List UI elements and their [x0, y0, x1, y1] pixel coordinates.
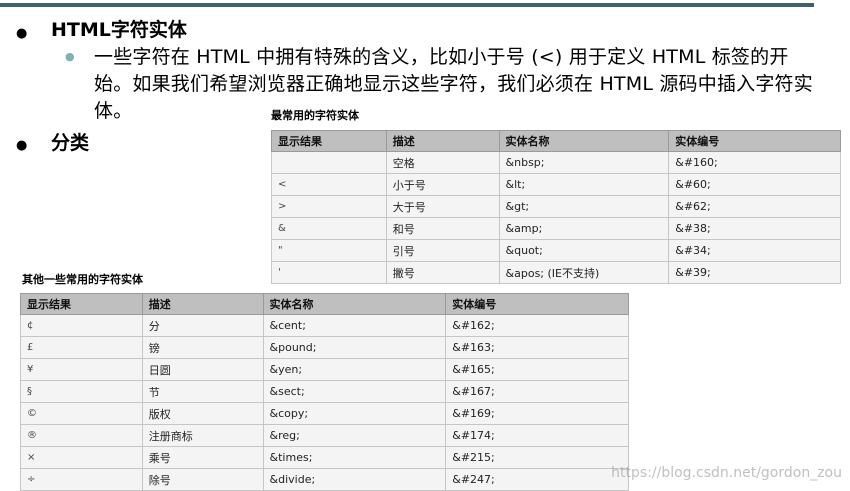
description-cell: 镑: [141, 336, 264, 359]
table-row: ÷ 除号 &divide; &#247;: [20, 468, 629, 491]
entity-name-cell: &copy;: [262, 402, 447, 425]
display-cell: £: [20, 336, 143, 359]
display-cell: ": [271, 239, 387, 262]
display-cell: [271, 151, 387, 174]
display-cell: >: [271, 195, 387, 218]
other-entities-title: 其他一些常用的字符实体: [22, 273, 143, 286]
bullet-category: 分类: [51, 132, 90, 154]
other-entities-table: 显示结果 描述 实体名称 实体编号 ¢ 分 &cent; &#162; £ 镑 &pound…: [20, 293, 629, 491]
description-cell: 分: [141, 314, 264, 337]
entity-name-cell: &cent;: [262, 314, 447, 337]
entity-number-cell: &#165;: [445, 358, 629, 381]
table-row: 空格 &nbsp; &#160;: [271, 151, 841, 174]
common-entities-table: 显示结果 描述 实体名称 实体编号 空格 &nbsp; &#160; < 小于号 &lt;…: [271, 130, 841, 284]
entity-number-cell: &#162;: [445, 314, 629, 337]
table-header-row: 显示结果 描述 实体名称 实体编号: [271, 130, 841, 152]
bullet-heading: HTML字符实体: [51, 19, 187, 41]
common-entities-title: 最常用的字符实体: [271, 109, 359, 122]
description-cell: 小于号: [385, 173, 500, 196]
entity-number-cell: &#39;: [668, 261, 841, 284]
entity-name-cell: &quot;: [498, 239, 670, 262]
entity-name-cell: &gt;: [498, 195, 670, 218]
table-row: & 和号 &amp; &#38;: [271, 217, 841, 240]
table-row: > 大于号 &gt; &#62;: [271, 195, 841, 218]
column-header: 显示结果: [271, 130, 387, 152]
display-cell: ': [271, 261, 387, 284]
display-cell: ×: [20, 446, 143, 469]
bullet-dot: ●: [16, 138, 28, 153]
entity-number-cell: &#169;: [445, 402, 629, 425]
table-row: ¥ 日圆 &yen; &#165;: [20, 358, 629, 381]
display-cell: ¢: [20, 314, 143, 337]
column-header: 描述: [141, 293, 264, 315]
table-row: × 乘号 &times; &#215;: [20, 446, 629, 469]
top-rule: [0, 3, 814, 7]
table-row: < 小于号 &lt; &#60;: [271, 173, 841, 196]
display-cell: ©: [20, 402, 143, 425]
description-cell: 注册商标: [141, 424, 264, 447]
column-header: 实体名称: [262, 293, 447, 315]
entity-number-cell: &#174;: [445, 424, 629, 447]
entity-name-cell: &divide;: [262, 468, 447, 491]
column-header: 实体编号: [445, 293, 629, 315]
display-cell: §: [20, 380, 143, 403]
entity-name-cell: &amp;: [498, 217, 670, 240]
display-cell: <: [271, 173, 387, 196]
column-header: 显示结果: [20, 293, 143, 315]
display-cell: ®: [20, 424, 143, 447]
description-cell: 乘号: [141, 446, 264, 469]
entity-name-cell: &yen;: [262, 358, 447, 381]
entity-number-cell: &#215;: [445, 446, 629, 469]
entity-number-cell: &#60;: [668, 173, 841, 196]
display-cell: ÷: [20, 468, 143, 491]
entity-name-cell: &pound;: [262, 336, 447, 359]
description-cell: 版权: [141, 402, 264, 425]
description-cell: 和号: [385, 217, 500, 240]
description-cell: 空格: [385, 151, 500, 174]
table-row: ® 注册商标 &reg; &#174;: [20, 424, 629, 447]
entity-name-cell: &nbsp;: [498, 151, 670, 174]
entity-name-cell: &sect;: [262, 380, 447, 403]
description-cell: 撇号: [385, 261, 500, 284]
description-cell: 引号: [385, 239, 500, 262]
entity-number-cell: &#34;: [668, 239, 841, 262]
entity-name-cell: &lt;: [498, 173, 670, 196]
entity-name-cell: &times;: [262, 446, 447, 469]
column-header: 实体编号: [668, 130, 841, 152]
table-row: § 节 &sect; &#167;: [20, 380, 629, 403]
display-cell: ¥: [20, 358, 143, 381]
description-cell: 节: [141, 380, 264, 403]
column-header: 实体名称: [498, 130, 670, 152]
watermark: https://blog.csdn.net/gordon_zou: [611, 465, 842, 481]
description-cell: 除号: [141, 468, 264, 491]
entity-number-cell: &#163;: [445, 336, 629, 359]
entity-name-cell: &reg;: [262, 424, 447, 447]
table-row: ¢ 分 &cent; &#162;: [20, 314, 629, 337]
sub-bullet-dot: ●: [65, 50, 75, 63]
description-cell: 大于号: [385, 195, 500, 218]
column-header: 描述: [385, 130, 500, 152]
entity-number-cell: &#38;: [668, 217, 841, 240]
description-cell: 日圆: [141, 358, 264, 381]
table-row: © 版权 &copy; &#169;: [20, 402, 629, 425]
table-row: ' 撇号 &apos; (IE不支持) &#39;: [271, 261, 841, 284]
entity-number-cell: &#167;: [445, 380, 629, 403]
table-row: " 引号 &quot; &#34;: [271, 239, 841, 262]
bullet-dot: ●: [16, 26, 28, 41]
display-cell: &: [271, 217, 387, 240]
entity-number-cell: &#62;: [668, 195, 841, 218]
table-row: £ 镑 &pound; &#163;: [20, 336, 629, 359]
sub-bullet-paragraph: 一些字符在 HTML 中拥有特殊的含义，比如小于号 (<) 用于定义 HTML …: [94, 46, 813, 122]
table-header-row: 显示结果 描述 实体名称 实体编号: [20, 293, 629, 315]
entity-number-cell: &#160;: [668, 151, 841, 174]
entity-number-cell: &#247;: [445, 468, 629, 491]
entity-name-cell: &apos; (IE不支持): [498, 261, 670, 284]
